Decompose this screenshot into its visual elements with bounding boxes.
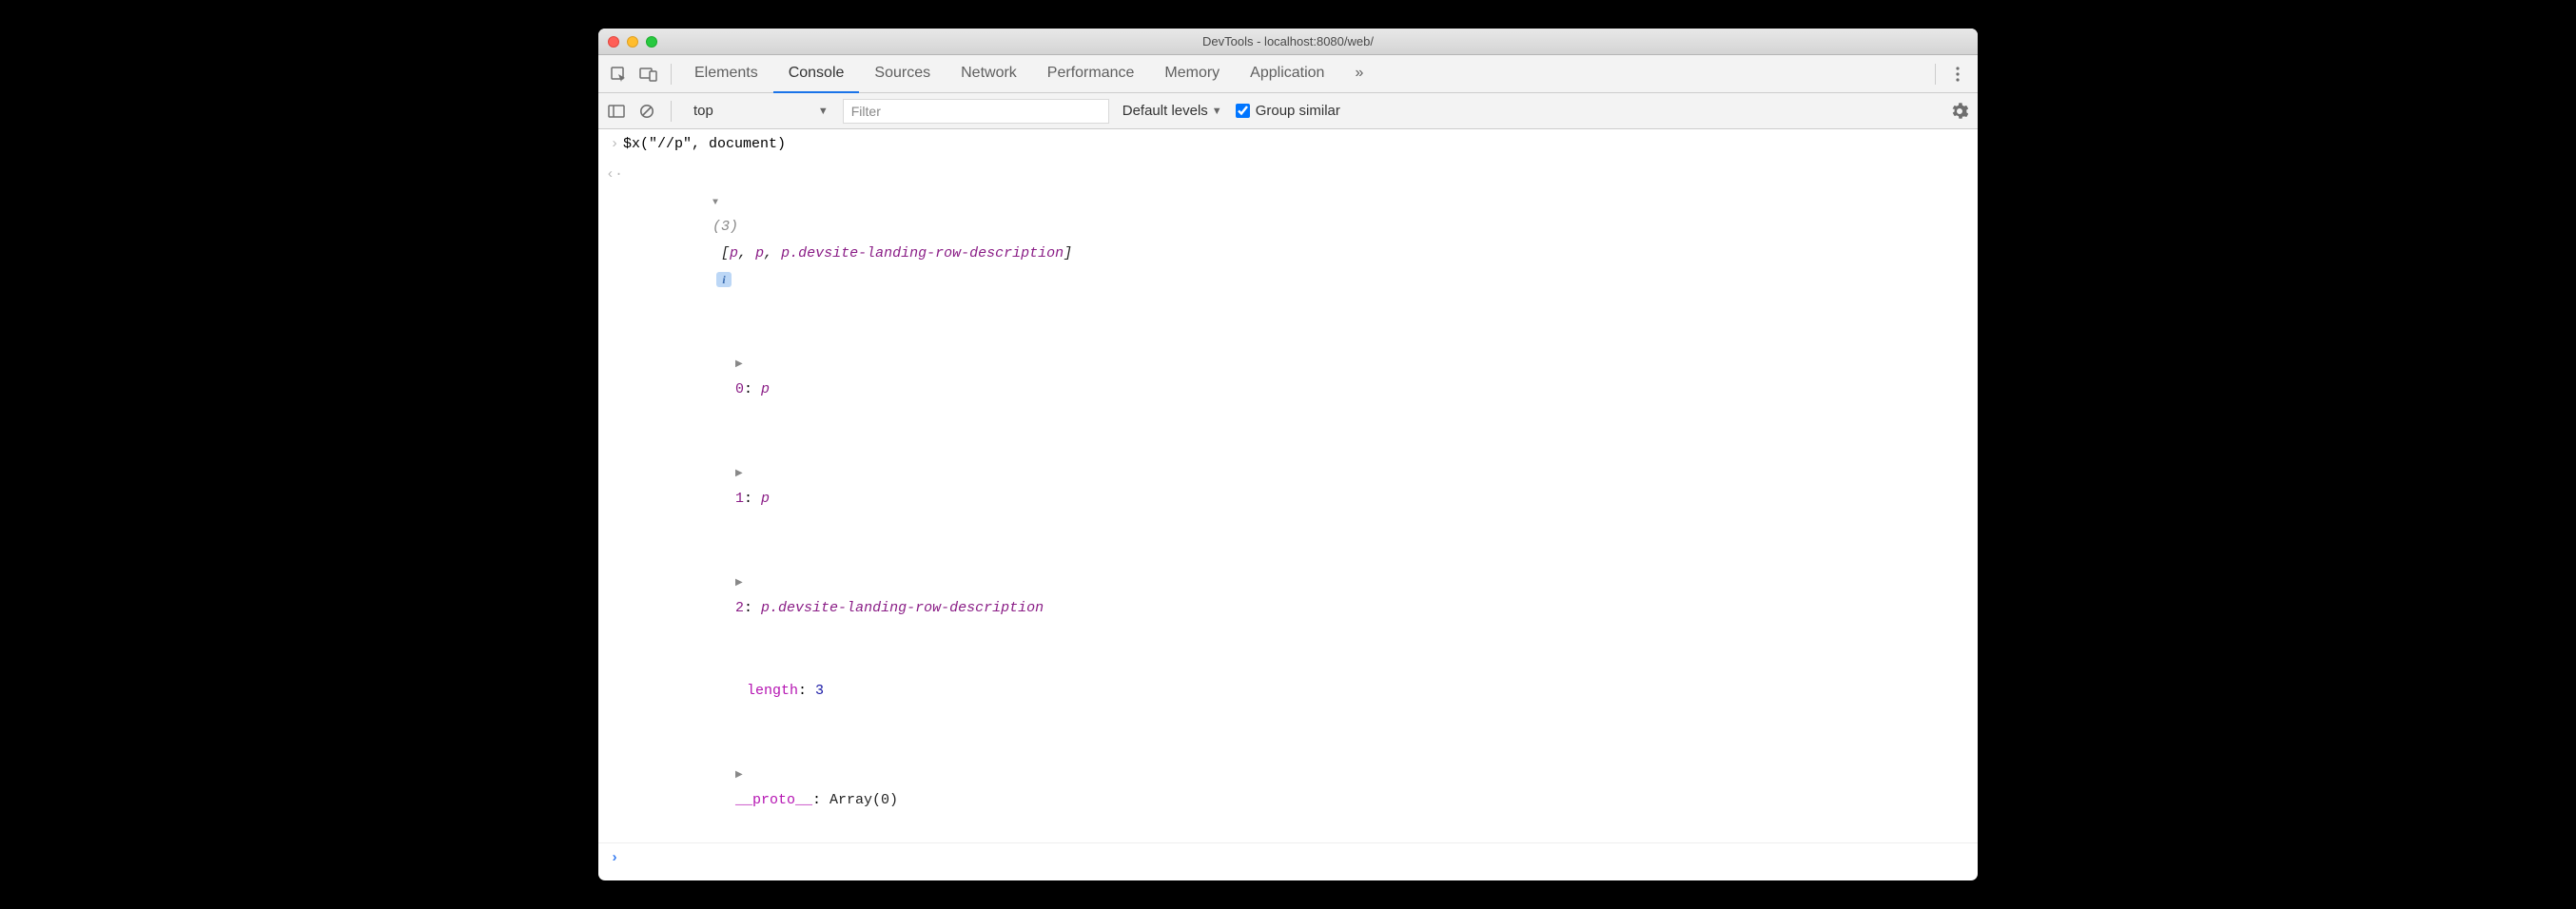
summary-item[interactable]: p [730, 245, 738, 261]
group-similar-checkbox[interactable]: Group similar [1236, 103, 1340, 119]
tab-memory[interactable]: Memory [1149, 55, 1235, 93]
console-input-row: › $x("//p", document) [598, 129, 1978, 160]
chevron-down-icon: ▼ [1212, 106, 1222, 117]
console-settings-icon[interactable] [1947, 99, 1972, 124]
length-value: 3 [815, 683, 824, 699]
tab-console[interactable]: Console [773, 55, 860, 93]
more-options-icon[interactable] [1943, 60, 1972, 88]
levels-label: Default levels [1122, 103, 1208, 119]
console-body: › $x("//p", document) ‹· (3) [p, p, p.de… [598, 129, 1978, 880]
titlebar: DevTools - localhost:8080/web/ [598, 29, 1978, 55]
array-length: length: 3 [598, 649, 1978, 732]
array-entry[interactable]: 1: p [598, 431, 1978, 540]
sidebar-toggle-icon[interactable] [604, 99, 629, 124]
entry-value[interactable]: p [761, 381, 770, 397]
tab-network[interactable]: Network [946, 55, 1032, 93]
array-entry[interactable]: 0: p [598, 321, 1978, 431]
disclosure-triangle-icon[interactable] [735, 569, 747, 595]
context-label: top [693, 103, 713, 119]
group-similar-input[interactable] [1236, 104, 1250, 118]
entry-value[interactable]: p.devsite-landing-row-description [761, 600, 1044, 616]
array-count: (3) [712, 219, 738, 235]
console-input-text[interactable]: $x("//p", document) [623, 131, 1970, 158]
info-icon[interactable]: i [716, 272, 732, 287]
divider [671, 101, 672, 122]
disclosure-triangle-icon[interactable] [735, 350, 747, 377]
chevron-down-icon: ▼ [818, 106, 829, 117]
tab-sources[interactable]: Sources [859, 55, 946, 93]
minimize-icon[interactable] [627, 36, 638, 48]
inspect-element-icon[interactable] [604, 60, 633, 88]
summary-item[interactable]: p [755, 245, 764, 261]
disclosure-triangle-icon[interactable] [735, 761, 747, 787]
device-toggle-icon[interactable] [634, 60, 663, 88]
divider [671, 64, 672, 85]
traffic-lights [598, 36, 657, 48]
proto-key: __proto__ [735, 792, 812, 808]
tab-elements[interactable]: Elements [679, 55, 773, 93]
summary-item[interactable]: p.devsite-landing-row-description [781, 245, 1064, 261]
entry-index: 0 [735, 381, 744, 397]
console-prompt-row[interactable]: › [598, 843, 1978, 881]
proto-value[interactable]: Array(0) [829, 792, 898, 808]
input-prompt-icon: › [606, 845, 623, 872]
length-key: length [747, 683, 798, 699]
main-toolbar: Elements Console Sources Network Perform… [598, 55, 1978, 93]
divider [1935, 64, 1936, 85]
disclosure-triangle-icon[interactable] [712, 188, 724, 215]
console-toolbar: top ▼ Default levels ▼ Group similar [598, 93, 1978, 129]
input-prompt-icon: › [606, 131, 623, 158]
window-title: DevTools - localhost:8080/web/ [598, 34, 1978, 48]
group-similar-label: Group similar [1256, 103, 1340, 119]
clear-console-icon[interactable] [634, 99, 659, 124]
disclosure-triangle-icon[interactable] [735, 459, 747, 486]
close-icon[interactable] [608, 36, 619, 48]
entry-value[interactable]: p [761, 491, 770, 507]
execution-context-select[interactable]: top ▼ [683, 100, 837, 122]
devtools-window: DevTools - localhost:8080/web/ Elements … [598, 29, 1978, 880]
maximize-icon[interactable] [646, 36, 657, 48]
tabs: Elements Console Sources Network Perform… [679, 55, 1378, 93]
output-indicator-icon: ‹· [606, 162, 623, 188]
tabs-overflow[interactable]: » [1339, 55, 1378, 93]
array-entry[interactable]: 2: p.devsite-landing-row-description [598, 540, 1978, 649]
tab-performance[interactable]: Performance [1032, 55, 1150, 93]
console-result-row[interactable]: ‹· (3) [p, p, p.devsite-landing-row-desc… [598, 160, 1978, 322]
entry-index: 1 [735, 491, 744, 507]
entry-index: 2 [735, 600, 744, 616]
array-proto[interactable]: __proto__: Array(0) [598, 733, 1978, 843]
log-levels-select[interactable]: Default levels ▼ [1115, 103, 1230, 119]
tab-application[interactable]: Application [1235, 55, 1339, 93]
filter-input[interactable] [843, 99, 1109, 124]
